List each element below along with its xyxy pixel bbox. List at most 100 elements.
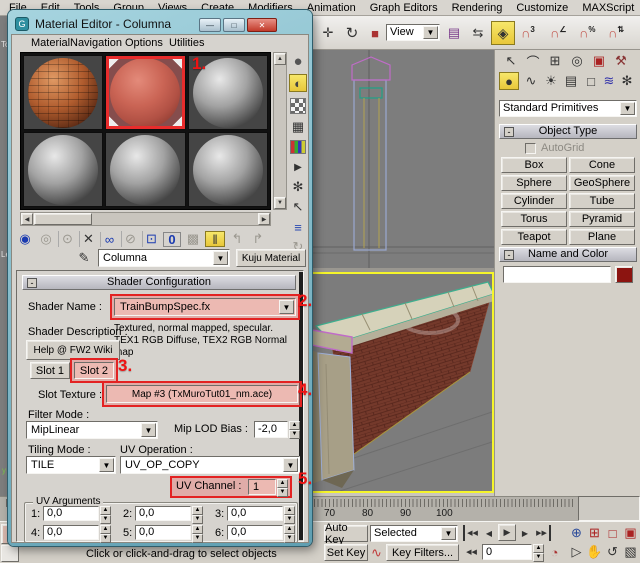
pyramid-button[interactable]: Pyramid [569,211,635,227]
menu-rendering[interactable]: Rendering [445,1,510,15]
chevron-down-icon[interactable]: ▼ [213,251,228,265]
uv-arg-spinner[interactable]: ▲▼ [100,525,111,540]
angle-snap-icon[interactable]: ∩∠ [550,25,567,40]
cameras-category-icon[interactable]: ▤ [561,72,581,90]
zoom-all-icon[interactable]: ⊞ [586,525,603,541]
go-to-parent-icon[interactable]: ↰ [228,231,246,247]
cone-button[interactable]: Cone [569,157,635,173]
arc-rotate-icon[interactable]: ↺ [604,544,621,560]
collapse-icon[interactable]: - [504,250,514,260]
uv-arg-field[interactable]: 0,0 [43,525,99,540]
uv-arg-spinner[interactable]: ▲▼ [100,506,111,521]
sample-type-icon[interactable]: ● [289,52,307,70]
filter-mode-dropdown[interactable]: MipLinear ▼ [26,421,158,439]
shapes-category-icon[interactable]: ∿ [521,72,541,90]
chevron-down-icon[interactable]: ▼ [141,423,156,437]
uv-arg-spinner[interactable]: ▲▼ [284,525,295,540]
key-filters-button[interactable]: Key Filters... [386,544,459,561]
tube-button[interactable]: Tube [569,193,635,209]
percent-snap-icon[interactable]: ∩% [579,25,596,40]
chevron-down-icon[interactable]: ▼ [283,458,298,472]
menu-customize[interactable]: Customize [509,1,575,15]
show-end-result-icon[interactable]: ‖ [205,231,225,247]
assign-material-icon[interactable]: ⊙ [58,231,76,247]
zoom-icon[interactable]: ⊕ [568,525,585,541]
uv-arg-field[interactable]: 0,0 [227,525,283,540]
maximize-viewport-icon[interactable]: ▧ [622,544,639,560]
scroll-left-icon[interactable]: ◀ [21,213,33,225]
kuju-material-button[interactable]: Kuju Material [236,249,306,267]
chevron-down-icon[interactable]: ▼ [423,26,438,39]
utilities-tab-icon[interactable]: ⚒ [611,53,631,69]
dialog-titlebar[interactable]: G Material Editor - Columna — □ ✕ [11,13,309,34]
geometry-category-icon[interactable]: ● [499,72,519,90]
color-swatch[interactable] [1,545,19,562]
snaps-toggle-icon[interactable]: ◈ [491,21,515,45]
current-frame-field[interactable]: 0 [482,544,532,560]
shader-name-dropdown[interactable]: TrainBumpSpec.fx ▼ [114,298,296,316]
navigation-menu[interactable]: Navigation [70,37,122,49]
object-color-swatch[interactable] [615,266,633,283]
sample-slot[interactable] [23,132,103,207]
previous-frame-icon[interactable]: ◀ [482,525,496,541]
snap-3d-icon[interactable]: ∩3 [521,25,535,40]
sample-uv-tiling-icon[interactable]: ▦ [289,118,307,136]
select-rotate-icon[interactable]: ↻ [342,23,362,43]
front-viewport[interactable] [300,50,494,268]
spacewarps-category-icon[interactable]: ≋ [599,72,619,90]
geosphere-button[interactable]: GeoSphere [569,175,635,191]
uv-arg-field[interactable]: 0,0 [135,525,191,540]
slot1-tab[interactable]: Slot 1 [30,362,70,379]
chevron-down-icon[interactable]: ▼ [279,300,294,314]
motion-tab-icon[interactable]: ◎ [567,53,587,69]
zoom-extents-icon[interactable]: □ [604,525,621,541]
material-map-navigator-icon[interactable]: ≡ [289,218,307,236]
name-color-rollout[interactable]: - Name and Color [499,247,637,262]
go-to-end-icon[interactable]: ▶▶ [534,525,551,541]
mip-lod-bias-field[interactable]: -2,0 [254,421,288,438]
uv-operation-dropdown[interactable]: UV_OP_COPY ▼ [120,456,300,474]
slots-hscrollbar[interactable]: ◀ ▶ [20,212,271,226]
go-to-start-icon[interactable]: ◀◀ [463,525,480,541]
video-color-check-icon[interactable] [290,140,306,154]
next-frame-icon[interactable]: ▶ [518,525,532,541]
field-of-view-icon[interactable]: ▷ [568,544,585,560]
autogrid-checkbox[interactable] [525,143,536,154]
go-to-sibling-icon[interactable]: ↱ [249,231,267,247]
reference-coordinate-dropdown[interactable]: View ▼ [386,24,440,41]
plane-button[interactable]: Plane [569,229,635,245]
uv-arg-field[interactable]: 0,0 [135,506,191,521]
cylinder-button[interactable]: Cylinder [501,193,567,209]
options-menu[interactable]: Options [125,37,163,49]
lights-category-icon[interactable]: ☀ [541,72,561,90]
torus-button[interactable]: Torus [501,211,567,227]
help-fw2-wiki-button[interactable]: Help @ FW2 Wiki [26,340,120,360]
perspective-viewport[interactable] [310,272,494,493]
put-material-icon[interactable]: ◎ [37,231,55,247]
get-material-icon[interactable]: ◉ [16,231,34,247]
object-name-field[interactable] [503,266,611,283]
sample-slot[interactable] [188,132,268,207]
material-id-icon[interactable]: 0 [163,232,181,247]
slot-texture-button[interactable]: Map #3 (TxMuroTut01_nm.ace) [106,385,298,403]
material-name-dropdown[interactable]: Columna ▼ [98,249,230,267]
scroll-down-icon[interactable]: ▼ [274,197,286,209]
selection-set-dropdown[interactable]: Selected ▼ [370,525,458,542]
backlight-icon[interactable]: ◐ [289,74,307,92]
systems-category-icon[interactable]: ✻ [617,72,637,90]
menu-graph-editors[interactable]: Graph Editors [363,1,445,15]
create-tab-icon[interactable]: ↖ [501,53,521,69]
select-move-icon[interactable]: ✛ [318,23,338,43]
put-to-library-icon[interactable]: ⊡ [142,231,160,247]
select-scale-icon[interactable]: ■ [366,23,384,43]
minimize-button[interactable]: — [199,18,221,32]
menu-maxscript[interactable]: MAXScript [575,1,640,15]
layer-manager-icon[interactable]: ▤ [444,23,464,43]
uv-arg-field[interactable]: 0,0 [43,506,99,521]
maximize-button[interactable]: □ [223,18,245,32]
key-mode-toggle-icon[interactable]: ◀◀ [463,544,480,560]
category-dropdown[interactable]: Standard Primitives ▼ [499,100,637,117]
pan-icon[interactable]: ✋ [586,544,603,560]
sample-slot[interactable] [105,132,185,207]
reset-material-icon[interactable]: ✕ [79,231,97,247]
